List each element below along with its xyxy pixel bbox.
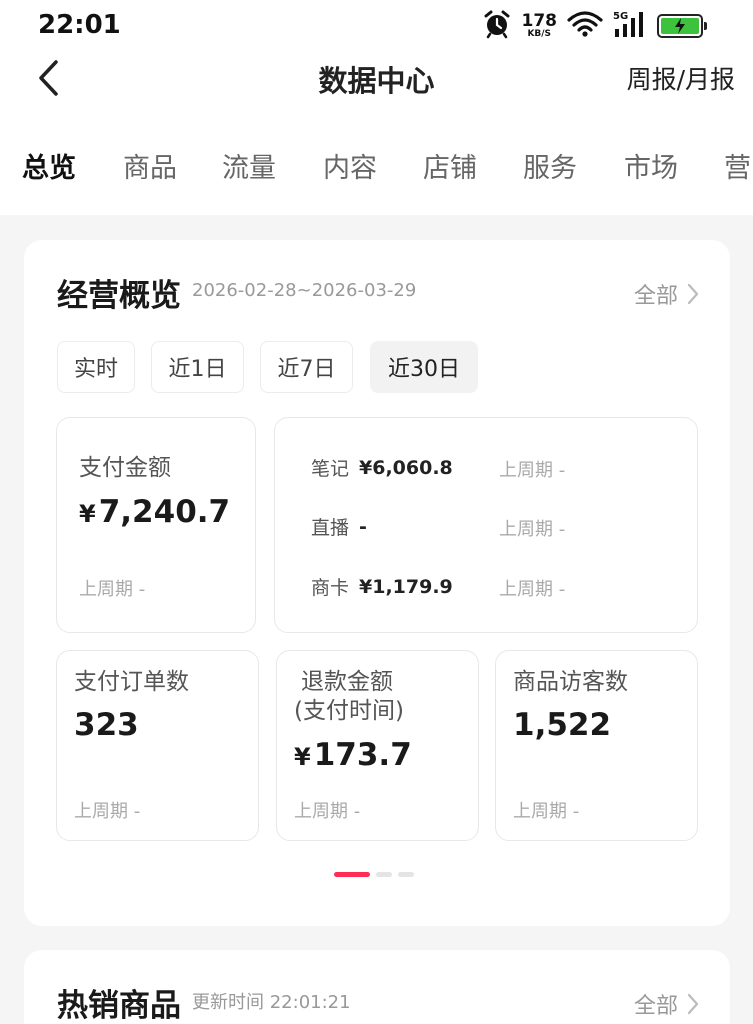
alarm-clock-icon: [482, 9, 512, 43]
overview-date-range: 2026-02-28~2026-03-29: [192, 280, 417, 301]
hot-products-update-time: 更新时间 22:01:21: [192, 992, 351, 1013]
tab-marketing[interactable]: 营: [724, 146, 751, 185]
pay-amount-label: 支付金额: [79, 455, 171, 481]
breakdown-label: 商卡: [311, 577, 350, 599]
overview-all-label: 全部: [633, 284, 678, 309]
page-dot: [376, 872, 392, 877]
status-time: 22:01: [38, 10, 121, 40]
product-visitors-metric[interactable]: 商品访客数 1,522 上周期 -: [495, 650, 698, 841]
overview-title: 经营概览: [57, 278, 181, 314]
category-tabs: 总览 商品 流量 内容 店铺 服务 市场 营: [0, 146, 753, 194]
tab-traffic[interactable]: 流量: [222, 146, 276, 185]
refund-amount-label: 退款金额 (支付时间): [294, 669, 404, 724]
refund-amount-prev: 上周期 -: [294, 801, 361, 822]
nav-bar: 数据中心 周报/月报: [0, 52, 753, 102]
hot-products-all-label: 全部: [633, 994, 678, 1019]
pay-amount-prev: 上周期 -: [79, 579, 146, 600]
chevron-right-icon: [687, 283, 699, 305]
pay-orders-metric[interactable]: 支付订单数 323 上周期 -: [56, 650, 259, 841]
refund-amount-value: ¥173.7: [294, 737, 412, 773]
wifi-icon: [567, 10, 603, 42]
pay-orders-value: 323: [74, 707, 139, 743]
breakdown-prev: 上周期 -: [499, 460, 566, 481]
page-indicator: [334, 872, 414, 877]
tab-market[interactable]: 市场: [624, 146, 678, 185]
battery-icon: [657, 14, 707, 38]
tab-overview[interactable]: 总览: [22, 146, 76, 185]
breakdown-prev: 上周期 -: [499, 519, 566, 540]
network-speed-value: 178: [521, 11, 558, 31]
status-bar: 22:01 178 KB/S 5G: [0, 0, 753, 52]
chevron-left-icon: [39, 60, 58, 96]
hot-products-title: 热销商品: [57, 988, 181, 1024]
product-visitors-prev: 上周期 -: [513, 801, 580, 822]
network-type-label: 5G: [613, 11, 628, 22]
back-button[interactable]: [28, 56, 68, 100]
breakdown-value: -: [359, 515, 367, 538]
tab-store[interactable]: 店铺: [423, 146, 477, 185]
weekly-monthly-report-link[interactable]: 周报/月报: [627, 60, 735, 96]
breakdown-prev: 上周期 -: [499, 579, 566, 600]
period-7day-button[interactable]: 近7日: [260, 341, 353, 393]
tab-content[interactable]: 内容: [323, 146, 377, 185]
breakdown-label: 笔记: [311, 458, 350, 480]
product-visitors-label: 商品访客数: [513, 669, 628, 695]
chevron-right-icon: [687, 993, 699, 1015]
pay-orders-label: 支付订单数: [74, 669, 189, 695]
period-1day-button[interactable]: 近1日: [151, 341, 244, 393]
hot-products-card: 热销商品 更新时间 22:01:21 全部: [24, 950, 730, 1024]
overview-all-link[interactable]: 全部: [634, 278, 700, 310]
network-speed-unit: KB/S: [527, 29, 552, 39]
refund-amount-metric[interactable]: 退款金额 (支付时间) ¥173.7 上周期 -: [276, 650, 479, 841]
breakdown-value: ¥1,179.9: [359, 575, 453, 598]
breakdown-label: 直播: [311, 517, 350, 539]
pay-amount-metric[interactable]: 支付金额 ¥7,240.7 上周期 -: [56, 417, 256, 633]
tab-products[interactable]: 商品: [123, 146, 177, 185]
page-dot: [398, 872, 414, 877]
network-speed: 178 KB/S: [522, 13, 558, 39]
pay-amount-breakdown[interactable]: 笔记 ¥6,060.8 上周期 - 直播 - 上周期 - 商卡 ¥1,179.9…: [274, 417, 698, 633]
period-realtime-button[interactable]: 实时: [57, 341, 135, 393]
hot-products-all-link[interactable]: 全部: [634, 988, 700, 1020]
product-visitors-value: 1,522: [513, 707, 612, 743]
status-icons: 178 KB/S 5G: [482, 9, 707, 43]
breakdown-value: ¥6,060.8: [359, 456, 453, 479]
page-dot: [334, 872, 370, 877]
business-overview-card: 经营概览 2026-02-28~2026-03-29 全部 实时 近1日 近7日…: [24, 240, 730, 926]
cellular-signal-icon: 5G: [613, 9, 647, 43]
pay-orders-prev: 上周期 -: [74, 801, 141, 822]
period-30day-button[interactable]: 近30日: [370, 341, 478, 393]
pay-amount-value: ¥7,240.7: [79, 494, 231, 530]
tab-service[interactable]: 服务: [523, 146, 577, 185]
